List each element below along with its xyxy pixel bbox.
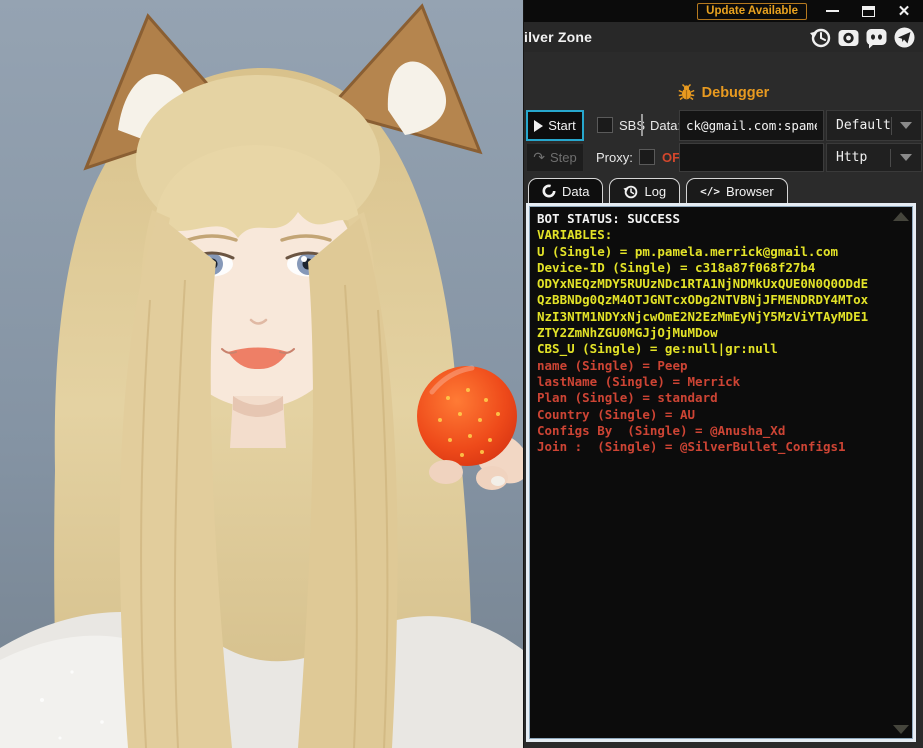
tab-browser-label: Browser xyxy=(726,184,774,199)
tab-bar: Data Log </> Browser xyxy=(528,178,788,203)
debugger-panel: Update Available ✕ ilver Zone xyxy=(523,0,923,748)
dropdown-separator xyxy=(890,149,891,167)
proxy-input[interactable] xyxy=(679,143,824,172)
portrait-photo xyxy=(0,0,523,748)
title-bar: Update Available ✕ xyxy=(524,0,923,22)
proxy-checkbox[interactable] xyxy=(639,149,655,165)
console-line: ZTY2ZmNhZGU0MGJjOjMuMDow xyxy=(537,325,905,341)
separator xyxy=(641,114,643,136)
minimize-button[interactable] xyxy=(821,3,843,19)
tab-browser[interactable]: </> Browser xyxy=(686,178,788,203)
console-line: CBS_U (Single) = ge:null|gr:null xyxy=(537,341,905,357)
console-line: QzBBNDg0QzM4OTJGNTcxODg2NTVBNjJFMENDRDY4… xyxy=(537,292,905,308)
start-button[interactable]: Start xyxy=(526,110,584,141)
bug-icon xyxy=(678,84,695,101)
maximize-button[interactable] xyxy=(857,3,879,19)
telegram-icon[interactable] xyxy=(893,26,916,49)
tab-log[interactable]: Log xyxy=(609,178,680,203)
camera-icon[interactable] xyxy=(837,26,860,49)
header-icons xyxy=(809,26,923,49)
history-icon[interactable] xyxy=(809,26,832,49)
close-icon: ✕ xyxy=(898,4,911,19)
console-line: NzI3NTM1NDYxNjcwOmE2N2EzMmEyNjY5MzViYTAy… xyxy=(537,309,905,325)
wordlist-type-value: Default xyxy=(827,118,891,133)
portrait-illustration xyxy=(0,0,523,748)
update-available-button[interactable]: Update Available xyxy=(697,3,807,20)
console-line: Configs By (Single) = @Anusha_Xd xyxy=(537,423,905,439)
console-line: Country (Single) = AU xyxy=(537,407,905,423)
data-input[interactable] xyxy=(679,110,824,141)
history-clock-icon xyxy=(623,184,638,199)
proxy-label: Proxy: xyxy=(596,150,633,165)
start-label: Start xyxy=(548,118,575,133)
sbs-checkbox[interactable] xyxy=(597,117,613,133)
step-label: Step xyxy=(550,150,577,165)
app-window: Update Available ✕ ilver Zone xyxy=(0,0,923,748)
step-button[interactable]: ↷ Step xyxy=(526,143,584,172)
tab-log-label: Log xyxy=(644,184,666,199)
loader-circle-icon xyxy=(542,184,556,198)
discord-icon[interactable] xyxy=(865,26,888,49)
proxy-type-value: Http xyxy=(827,150,867,165)
code-icon: </> xyxy=(700,185,720,198)
app-title: ilver Zone xyxy=(524,29,592,45)
console-line: U (Single) = pm.pamela.merrick@gmail.com xyxy=(537,244,905,260)
console-line: name (Single) = Peep xyxy=(537,358,905,374)
step-icon: ↷ xyxy=(533,149,545,166)
data-label: Data: xyxy=(650,118,681,133)
proxy-type-dropdown[interactable]: Http xyxy=(826,143,922,172)
tab-data[interactable]: Data xyxy=(528,178,603,203)
app-header: ilver Zone xyxy=(524,22,923,52)
console-output[interactable]: BOT STATUS: SUCCESSVARIABLES:U (Single) … xyxy=(526,203,916,742)
wordlist-type-dropdown[interactable]: Default xyxy=(826,110,922,141)
scroll-down-arrow[interactable] xyxy=(893,725,909,734)
chevron-down-icon xyxy=(900,122,912,129)
console-line: Join : (Single) = @SilverBullet_Configs1 xyxy=(537,439,905,455)
maximize-icon xyxy=(862,6,875,17)
console-line: lastName (Single) = Merrick xyxy=(537,374,905,390)
scroll-up-arrow[interactable] xyxy=(893,212,909,221)
debugger-title: Debugger xyxy=(702,85,770,101)
console-line: BOT STATUS: SUCCESS xyxy=(537,211,905,227)
play-icon xyxy=(534,120,543,132)
tab-data-label: Data xyxy=(562,184,589,199)
console-line: ODYxNEQzMDY5RUUzNDc1RTA1NjNDMkUxQUE0N0Q0… xyxy=(537,276,905,292)
chevron-down-icon xyxy=(900,154,912,161)
minimize-icon xyxy=(826,10,839,12)
close-button[interactable]: ✕ xyxy=(893,3,915,19)
console-line: VARIABLES: xyxy=(537,227,905,243)
console-line: Device-ID (Single) = c318a87f068f27b4 xyxy=(537,260,905,276)
console-line: Plan (Single) = standard xyxy=(537,390,905,406)
debugger-heading: Debugger xyxy=(524,84,923,101)
